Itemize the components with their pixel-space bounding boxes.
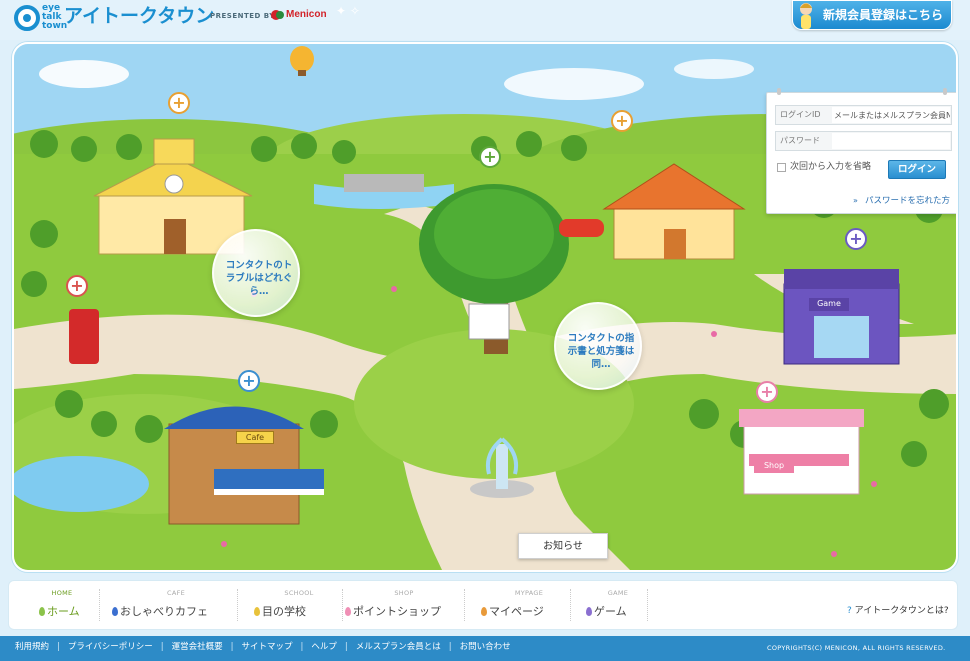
password-input[interactable]: [832, 133, 950, 149]
nav-divider: [570, 589, 571, 621]
nav-school[interactable]: SCHOOL 目の学校: [254, 583, 344, 623]
trouble-bubble-text: コンタクトのトラブルはどれぐら…: [225, 260, 293, 297]
drop-icon: [586, 607, 592, 616]
nav-game-label: ゲーム: [594, 605, 627, 618]
nav-school-label: 目の学校: [262, 605, 306, 618]
login-button[interactable]: ログイン: [888, 160, 946, 179]
remember-label: 次回から入力を省略: [790, 162, 872, 172]
game-plus-icon[interactable]: +: [845, 228, 867, 250]
login-id-input[interactable]: [832, 107, 950, 123]
copyright: COPYRIGHTS(C) MENICON, ALL RIGHTS RESERV…: [767, 644, 946, 652]
nav-shop-label: ポイントショップ: [353, 605, 441, 618]
sparkle-icon: ✦ ✧: [336, 4, 360, 18]
main-nav: HOME ホーム CAFE おしゃべりカフェ SCHOOL 目の学校 SHOP …: [8, 580, 958, 630]
register-button[interactable]: 新規会員登録はこちら: [792, 0, 952, 30]
nav-divider: [237, 589, 238, 621]
nav-divider: [464, 589, 465, 621]
nav-home-en: HOME: [51, 589, 73, 597]
notice-button[interactable]: お知らせ: [518, 533, 608, 559]
sponsor-logo: Menicon: [286, 9, 327, 20]
password-label: パスワード: [780, 136, 820, 145]
footer-link-contact[interactable]: お問い合わせ: [460, 642, 511, 652]
nav-home-label: ホーム: [47, 605, 80, 618]
nav-mypage-label: マイページ: [489, 605, 544, 618]
nav-divider: [99, 589, 100, 621]
tree-plus-icon[interactable]: +: [479, 146, 501, 168]
login-panel: ログインID パスワード 次回から入力を省略 ログイン » パスワードを忘れた方: [766, 88, 956, 214]
menicon-logo-icon: [271, 10, 284, 20]
town-map[interactable]: Cafe Game Shop + + + + + + + コンタクトのトラブルは…: [12, 42, 958, 572]
pin-icon: [943, 88, 947, 95]
trouble-bubble[interactable]: コンタクトのトラブルはどれぐら…: [212, 229, 300, 317]
pin-icon: [777, 88, 781, 95]
nav-shop[interactable]: SHOP ポイントショップ: [345, 583, 463, 623]
nav-divider: [647, 589, 648, 621]
nav-mypage[interactable]: MYPAGE マイページ: [481, 583, 577, 623]
header: eye talk town アイトークタウン PRESENTED BY Meni…: [0, 0, 970, 40]
school-plus-icon[interactable]: +: [168, 92, 190, 114]
shop-sign: Shop: [754, 460, 794, 473]
shop-plus-icon[interactable]: +: [756, 381, 778, 403]
footer-link-melsplan[interactable]: メルスプラン会員とは: [356, 642, 441, 652]
logo-en: eye talk town: [42, 4, 67, 31]
nav-game-en: GAME: [607, 589, 629, 597]
nav-cafe[interactable]: CAFE おしゃべりカフェ: [112, 583, 240, 623]
drop-icon: [112, 607, 118, 616]
nav-shop-en: SHOP: [394, 589, 414, 597]
about-link-label: アイトークタウンとは?: [854, 606, 949, 616]
presented-by: PRESENTED BY: [210, 12, 275, 20]
footer-link-privacy[interactable]: プライバシーポリシー: [68, 642, 153, 652]
footer-link-sitemap[interactable]: サイトマップ: [242, 642, 293, 652]
postbox-plus-icon[interactable]: +: [66, 275, 88, 297]
house-plus-icon[interactable]: +: [611, 110, 633, 132]
footer-link-company[interactable]: 運営会社概要: [172, 642, 223, 652]
nav-game[interactable]: GAME ゲーム: [586, 583, 650, 623]
drop-icon: [481, 607, 487, 616]
drop-icon: [345, 607, 351, 616]
double-chevron-icon: »: [853, 196, 858, 205]
forgot-password-link[interactable]: パスワードを忘れた方: [865, 195, 950, 207]
game-sign: Game: [809, 298, 849, 311]
nav-mypage-en: MYPAGE: [514, 589, 544, 597]
login-id-label: ログインID: [780, 110, 821, 119]
cafe-sign: Cafe: [236, 431, 274, 444]
password-row: パスワード: [775, 131, 952, 151]
prescription-bubble-text: コンタクトの指示書と処方箋は同…: [567, 333, 635, 370]
nav-cafe-en: CAFE: [166, 589, 186, 597]
nav-divider: [342, 589, 343, 621]
notice-button-label: お知らせ: [543, 541, 583, 552]
register-button-label: 新規会員登録はこちら: [823, 8, 944, 22]
about-link[interactable]: ? アイトークタウンとは?: [847, 605, 949, 617]
footer-link-terms[interactable]: 利用規約: [15, 642, 49, 652]
site-logo[interactable]: アイトークタウン: [64, 4, 214, 28]
question-icon: ?: [847, 606, 852, 616]
prescription-bubble[interactable]: コンタクトの指示書と処方箋は同…: [554, 302, 642, 390]
drop-icon: [254, 607, 260, 616]
footer-link-help[interactable]: ヘルプ: [311, 642, 337, 652]
nav-cafe-label: おしゃべりカフェ: [120, 605, 208, 618]
cafe-plus-icon[interactable]: +: [238, 370, 260, 392]
remember-checkbox[interactable]: [777, 163, 786, 172]
girl-character-icon: [800, 3, 812, 29]
nav-school-en: SCHOOL: [284, 589, 314, 597]
footer-links: 利用規約 | プライバシーポリシー | 運営会社概要 | サイトマップ | ヘルプ | メルスプラン…: [15, 642, 511, 652]
logo-eye-icon[interactable]: [14, 5, 40, 31]
drop-icon: [39, 607, 45, 616]
login-id-row: ログインID: [775, 105, 952, 125]
footer: 利用規約 | プライバシーポリシー | 運営会社概要 | サイトマップ | ヘルプ | メルスプラン…: [0, 636, 970, 661]
